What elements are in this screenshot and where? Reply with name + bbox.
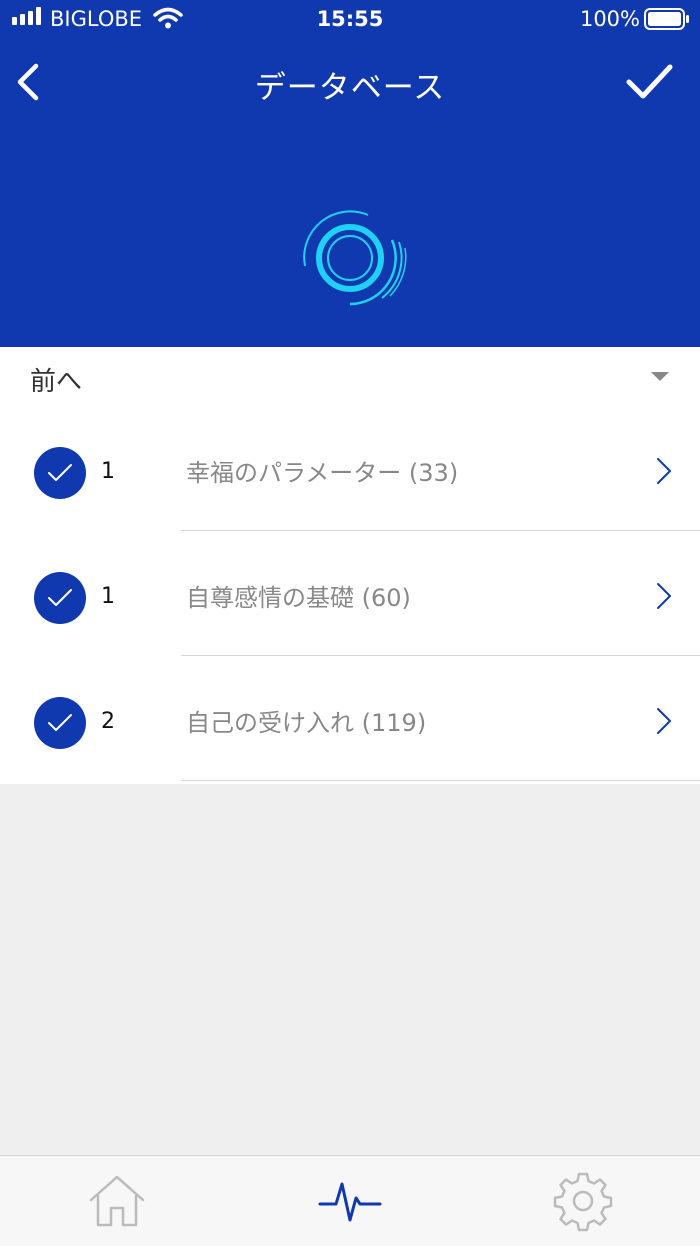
- check-circle-icon: [34, 447, 86, 499]
- tab-home[interactable]: [0, 1156, 233, 1246]
- chevron-right-icon: [657, 708, 671, 734]
- list-item[interactable]: 2 自己の受け入れ (119): [0, 657, 700, 781]
- gear-icon: [553, 1172, 612, 1232]
- done-button[interactable]: [624, 58, 676, 106]
- list-item[interactable]: 1 幸福のパラメーター (33): [0, 407, 700, 531]
- status-bar: BIGLOBE 15:55 100%: [0, 0, 700, 40]
- filter-label: 前へ: [30, 367, 83, 397]
- check-circle-icon: [34, 697, 86, 749]
- checkmark-icon: [626, 64, 673, 99]
- tab-activity[interactable]: [233, 1156, 466, 1246]
- tab-settings[interactable]: [466, 1156, 699, 1246]
- dropdown-arrow-icon: [651, 372, 669, 381]
- pulse-icon: [318, 1182, 381, 1222]
- item-label: 自尊感情の基礎 (60): [186, 584, 411, 612]
- battery-percent: 100%: [579, 7, 640, 31]
- item-count: 1: [101, 459, 115, 484]
- list-item[interactable]: 1 自尊感情の基礎 (60): [0, 532, 700, 656]
- row-divider: [181, 530, 700, 531]
- app-logo-icon: [303, 210, 407, 306]
- item-label: 幸福のパラメーター (33): [186, 459, 459, 487]
- tab-bar: [0, 1155, 700, 1246]
- row-divider: [181, 655, 700, 656]
- page-title: データベース: [254, 70, 446, 106]
- filter-dropdown[interactable]: 前へ: [0, 347, 700, 407]
- item-count: 1: [101, 584, 115, 609]
- battery-icon: [644, 8, 689, 30]
- chevron-right-icon: [657, 458, 671, 484]
- content-panel: 前へ 1 幸福のパラメーター (33) 1 自尊感情の基礎 (60) 2 自己の…: [0, 347, 700, 784]
- item-count: 2: [101, 709, 115, 734]
- chevron-right-icon: [657, 583, 671, 609]
- home-icon: [89, 1175, 144, 1227]
- item-label: 自己の受け入れ (119): [186, 709, 427, 737]
- check-circle-icon: [34, 572, 86, 624]
- row-divider: [181, 780, 700, 781]
- header: BIGLOBE 15:55 100% データベース: [0, 0, 700, 347]
